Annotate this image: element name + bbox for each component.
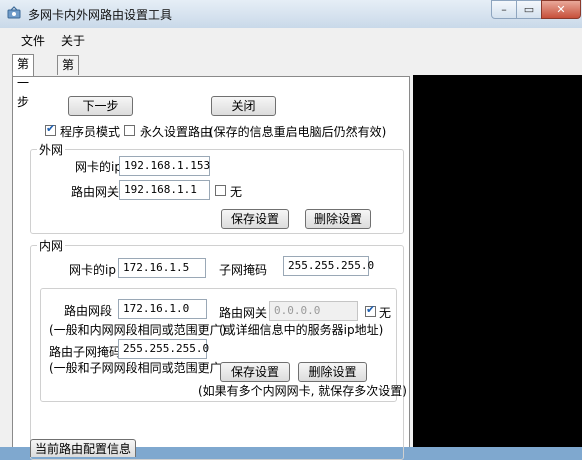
route-segment-field[interactable]: 172.16.1.0 — [118, 299, 207, 319]
window-title: 多网卡内外网路由设置工具 — [28, 8, 173, 22]
tab-step-one[interactable]: 第一步 — [12, 54, 35, 109]
app-window: 多网卡内外网路由设置工具 – ▭ ✕ 文件 关于 第一步 第二步 下一步 关闭 … — [0, 0, 582, 460]
console-output-area — [413, 75, 582, 447]
permanent-route-note: (保存的信息重启电脑后仍然有效) — [209, 125, 387, 139]
close-button[interactable]: 关闭 — [211, 96, 276, 116]
wan-group-title: 外网 — [37, 141, 66, 158]
close-window-button[interactable]: ✕ — [541, 0, 581, 19]
lan-delete-button[interactable]: 删除设置 — [298, 362, 367, 382]
programmer-mode-checkbox[interactable] — [45, 122, 56, 136]
lan-subnet-field[interactable]: 255.255.255.0 — [283, 256, 374, 276]
menu-about[interactable]: 关于 — [61, 32, 85, 49]
menu-bar: 文件 关于 — [0, 28, 582, 50]
wan-save-button[interactable]: 保存设置 — [221, 209, 289, 229]
wan-none-label: 无 — [230, 185, 243, 199]
route-gateway-label: 路由网关 — [219, 306, 268, 320]
programmer-mode-label: 程序员模式 — [60, 125, 121, 139]
menu-file[interactable]: 文件 — [21, 32, 45, 49]
route-segment-label: 路由网段 — [64, 304, 113, 318]
tab-step-two[interactable]: 第二步 — [57, 55, 80, 110]
lan-group-title: 内网 — [37, 237, 66, 254]
wan-none-checkbox[interactable] — [215, 185, 226, 196]
next-step-button[interactable]: 下一步 — [68, 96, 133, 116]
maximize-button[interactable]: ▭ — [516, 0, 542, 19]
route-info-button[interactable]: 当前路由配置信息 — [30, 439, 136, 457]
step-one-panel: 下一步 关闭 程序员模式 永久设置路由 (保存的信息重启电脑后仍然有效) 外网 … — [12, 76, 410, 460]
wan-gateway-field[interactable]: 192.168.1.1 — [119, 180, 210, 200]
route-mask-hint: (一般和子网网段相同或范围更广) — [49, 361, 227, 375]
permanent-route-label: 永久设置路由 — [140, 125, 213, 139]
route-gateway-field[interactable]: 0.0.0.0 — [269, 301, 358, 321]
permanent-route-checkbox[interactable] — [124, 125, 135, 136]
title-bar[interactable]: 多网卡内外网路由设置工具 – ▭ ✕ — [0, 0, 582, 29]
wan-gateway-label: 路由网关 — [71, 185, 120, 199]
route-mask-field[interactable]: 255.255.255.0 — [118, 339, 209, 359]
wan-nic-ip-field[interactable]: 192.168.1.153 — [119, 156, 210, 176]
route-none-label: 无 — [379, 306, 392, 320]
route-gateway-hint: (或详细信息中的服务器ip地址) — [219, 323, 384, 337]
wan-delete-button[interactable]: 删除设置 — [305, 209, 371, 229]
route-segment-hint: (一般和内网网段相同或范围更广) — [49, 323, 227, 337]
lan-nic-ip-field[interactable]: 172.16.1.5 — [118, 258, 206, 278]
wan-nic-ip-label: 网卡的ip — [75, 160, 122, 174]
minimize-button[interactable]: – — [491, 0, 517, 19]
route-none-checkbox[interactable] — [365, 303, 376, 317]
app-icon — [7, 6, 21, 19]
multi-nic-note: (如果有多个内网网卡, 就保存多次设置) — [198, 384, 407, 398]
lan-save-button[interactable]: 保存设置 — [220, 362, 290, 382]
route-mask-label: 路由子网掩码 — [49, 345, 122, 359]
lan-nic-ip-label: 网卡的ip — [69, 263, 116, 277]
lan-subnet-label: 子网掩码 — [219, 263, 268, 277]
